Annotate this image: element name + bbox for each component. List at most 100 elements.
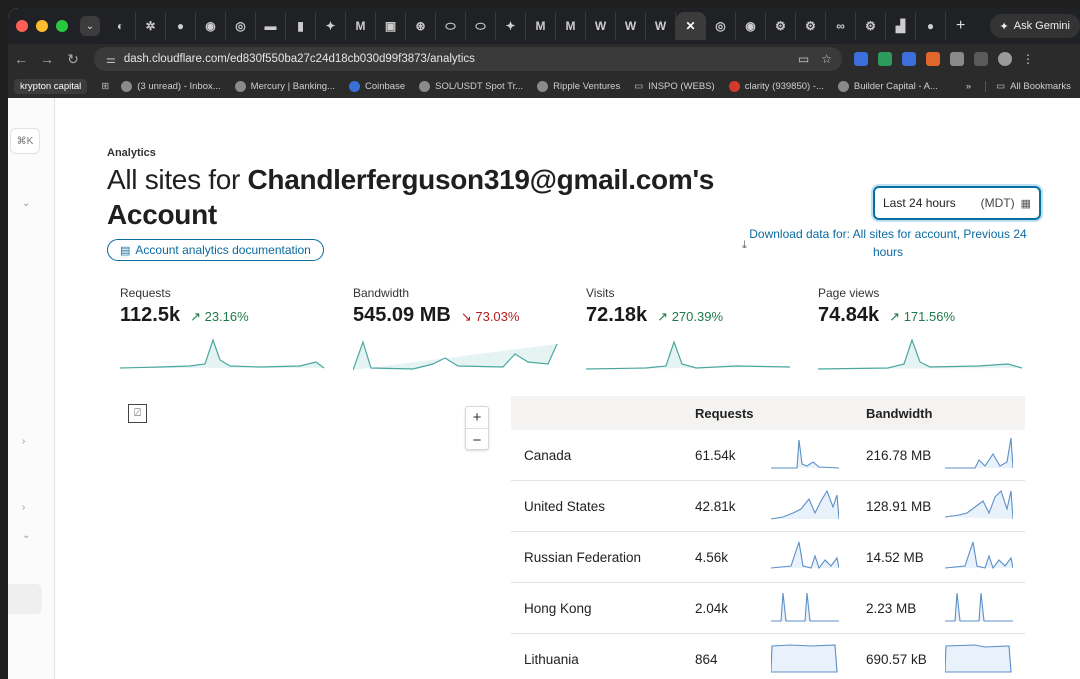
extension-icon[interactable] [854, 52, 868, 66]
bandwidth-sparkline [945, 541, 1013, 570]
tab[interactable]: W [586, 12, 616, 40]
calendar-icon: ▦ [1020, 197, 1031, 210]
bandwidth-sparkline [945, 644, 1012, 673]
metric-delta: ↘ 73.03% [461, 309, 520, 325]
bookmark-star-icon[interactable]: ☆ [821, 52, 832, 66]
avatar[interactable] [998, 52, 1012, 66]
bookmark-label: SOL/USDT Spot Tr... [435, 80, 524, 92]
command-palette-shortcut[interactable]: ⌘K [10, 128, 40, 154]
tab[interactable]: ◎ [226, 12, 256, 40]
bookmark[interactable]: SOL/USDT Spot Tr... [419, 80, 524, 92]
cast-icon[interactable]: ▭ [798, 52, 809, 66]
bookmark[interactable]: Builder Capital - A... [837, 80, 938, 92]
broken-image-icon: ⍁ [128, 404, 147, 423]
tab[interactable]: ▟ [886, 12, 916, 40]
tab[interactable]: M [556, 12, 586, 40]
requests-sparkline [771, 644, 838, 673]
new-tab-button[interactable]: + [956, 17, 965, 35]
tab[interactable]: ⚙ [856, 12, 886, 40]
tab[interactable]: ⬭ [436, 12, 466, 40]
forward-arrow-icon[interactable]: → [34, 51, 60, 67]
tab[interactable]: ▮ [286, 12, 316, 40]
ask-gemini-button[interactable]: ✦ Ask Gemini [989, 14, 1080, 38]
bookmark-label: INSPO (WEBS) [648, 80, 715, 92]
tab[interactable]: ● [916, 12, 946, 40]
table-row[interactable]: Russian Federation 4.56k 14.52 MB [511, 532, 1025, 583]
bookmark[interactable]: clarity (939850) -... [728, 80, 824, 92]
bookmark[interactable]: Ripple Ventures [537, 80, 620, 92]
documentation-link[interactable]: ▤ Account analytics documentation [107, 239, 324, 261]
shield-icon[interactable] [950, 52, 964, 66]
tab[interactable]: W [646, 12, 676, 40]
bookmark[interactable]: (3 unread) - Inbox... [121, 80, 221, 92]
bookmark[interactable]: Mercury | Banking... [234, 80, 335, 92]
country-name: Russian Federation [524, 550, 642, 565]
metric-value: 112.5k [120, 304, 181, 326]
sparkle-icon: ✦ [999, 20, 1009, 33]
tab-active[interactable]: ✕ [676, 12, 706, 40]
tab[interactable]: ◉ [736, 12, 766, 40]
zoom-in-button[interactable]: + [466, 407, 488, 429]
sidebar-item-active[interactable] [8, 584, 42, 614]
tab[interactable]: ▬ [256, 12, 286, 40]
apps-grid-icon[interactable]: ⊞ [101, 81, 109, 92]
tab-search-button[interactable]: ⌄ [80, 16, 100, 36]
tab[interactable]: ∞ [826, 12, 856, 40]
maximize-window-button[interactable] [56, 20, 68, 32]
tab[interactable]: ✲ [136, 12, 166, 40]
bookmark-label: clarity (939850) -... [744, 80, 824, 92]
tab[interactable]: ◎ [706, 12, 736, 40]
tab[interactable]: ◐ [106, 12, 136, 40]
gmail-icon [121, 80, 133, 92]
map-panel[interactable] [120, 396, 505, 679]
minimize-window-button[interactable] [36, 20, 48, 32]
chevron-down-icon[interactable]: ⌄ [22, 198, 30, 209]
reload-icon[interactable]: ↻ [60, 51, 86, 68]
site-info-icon[interactable]: ⚌ [106, 53, 116, 66]
back-arrow-icon[interactable]: ← [8, 51, 34, 67]
bookmark-folder[interactable]: ▭ INSPO (WEBS) [634, 81, 715, 92]
metric-delta-value: 23.16% [204, 309, 249, 324]
table-row[interactable]: Hong Kong 2.04k 2.23 MB [511, 583, 1025, 634]
close-window-button[interactable] [16, 20, 28, 32]
chevron-right-icon[interactable]: › [22, 436, 25, 447]
metric-page-views: Page views 74.84k ↗ 171.56% [818, 286, 1033, 327]
chevron-right-icon[interactable]: › [22, 502, 25, 513]
column-header-requests[interactable]: Requests [695, 406, 754, 421]
more-bookmarks-button[interactable]: » [966, 81, 971, 92]
tab[interactable]: ⚙ [766, 12, 796, 40]
chevron-down-icon[interactable]: ⌄ [22, 530, 30, 541]
tab[interactable]: ⬭ [466, 12, 496, 40]
metric-label: Page views [818, 286, 880, 300]
book-icon: ▤ [120, 244, 131, 257]
tab[interactable]: ✦ [496, 12, 526, 40]
breadcrumb: Analytics [107, 147, 156, 159]
table-row[interactable]: Canada 61.54k 216.78 MB [511, 430, 1025, 481]
tab[interactable]: W [616, 12, 646, 40]
tab[interactable]: ⊛ [406, 12, 436, 40]
column-header-bandwidth[interactable]: Bandwidth [866, 406, 932, 421]
time-range-select[interactable]: Last 24 hours (MDT) ▦ [873, 186, 1041, 220]
menu-dots-icon[interactable]: ⋮ [1022, 52, 1034, 66]
tab[interactable]: ● [166, 12, 196, 40]
tab[interactable]: ▣ [376, 12, 406, 40]
tab[interactable]: M [346, 12, 376, 40]
tab[interactable]: ◉ [196, 12, 226, 40]
download-data-link[interactable]: ⤓ Download data for: All sites for accou… [738, 225, 1038, 261]
extension-icon[interactable] [926, 52, 940, 66]
tab[interactable]: M [526, 12, 556, 40]
table-row[interactable]: Lithuania 864 690.57 kB [511, 634, 1025, 679]
puzzle-icon[interactable] [974, 52, 988, 66]
address-bar[interactable]: ⚌ dash.cloudflare.com/ed830f550ba27c24d1… [94, 47, 842, 71]
bookmark[interactable]: Coinbase [348, 80, 405, 92]
tab[interactable]: ⚙ [796, 12, 826, 40]
ask-gemini-label: Ask Gemini [1013, 20, 1070, 32]
extension-icon[interactable] [902, 52, 916, 66]
table-row[interactable]: United States 42.81k 128.91 MB [511, 481, 1025, 532]
bookmark[interactable]: krypton capital [14, 78, 88, 94]
all-bookmarks-folder[interactable]: ▭ All Bookmarks [985, 80, 1071, 92]
bookmark-label: (3 unread) - Inbox... [137, 80, 221, 92]
tab[interactable]: ✦ [316, 12, 346, 40]
extension-icon[interactable] [878, 52, 892, 66]
zoom-out-button[interactable]: − [466, 429, 488, 451]
